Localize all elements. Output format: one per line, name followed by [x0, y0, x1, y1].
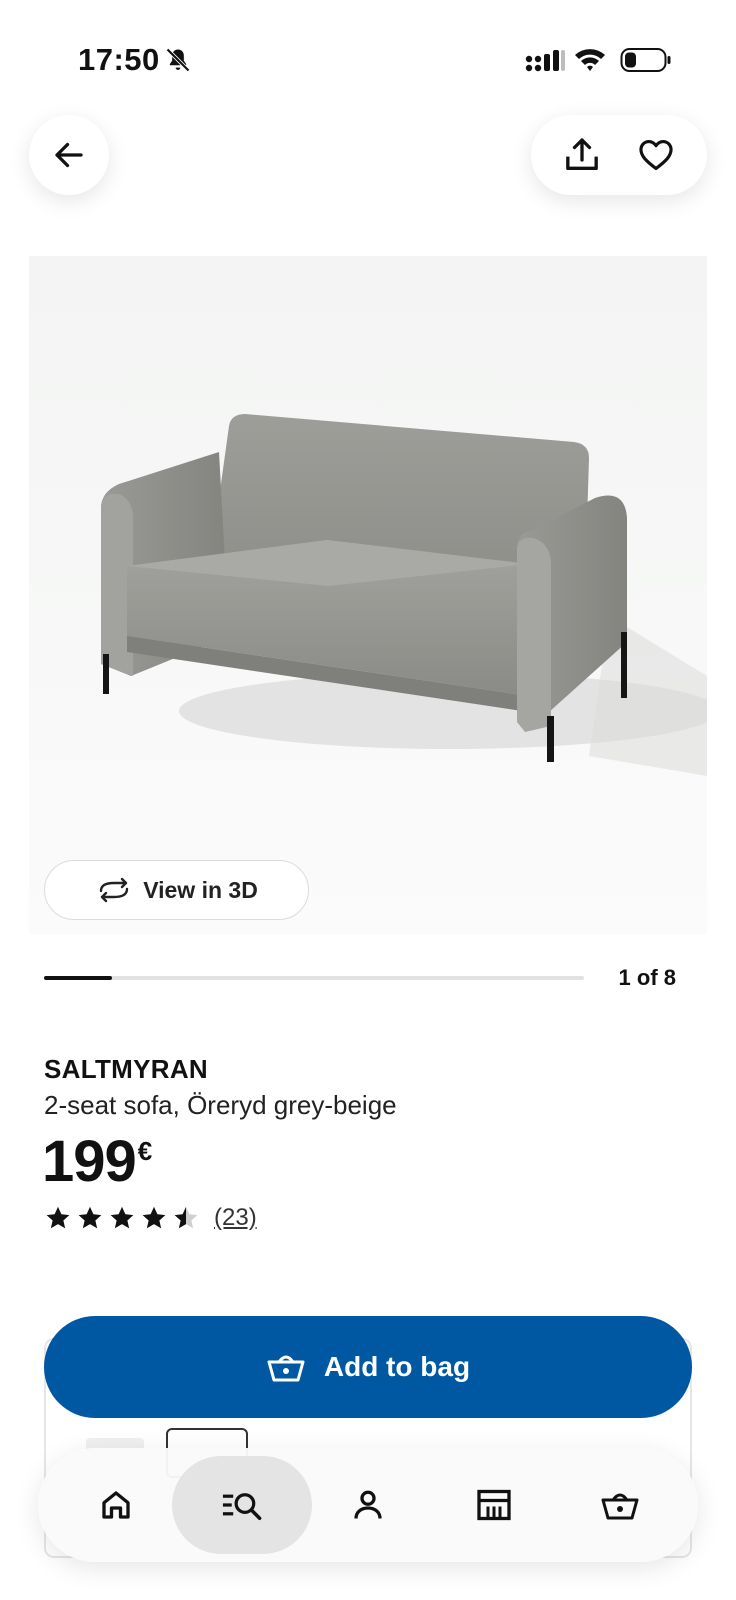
- status-time: 17:50: [78, 42, 160, 77]
- nav-bag[interactable]: [550, 1456, 690, 1554]
- view-in-3d-button[interactable]: View in 3D: [44, 860, 309, 920]
- bell-muted-icon: [166, 48, 190, 72]
- price-amount: 199: [42, 1129, 137, 1194]
- product-actions: [531, 115, 707, 195]
- gallery-progress-fill: [44, 976, 112, 980]
- price-currency: €: [137, 1136, 153, 1166]
- rating-star: [46, 1206, 70, 1229]
- arrow-left-icon: [55, 142, 83, 168]
- review-count-link[interactable]: (23): [214, 1204, 257, 1232]
- store-icon: [477, 1489, 511, 1521]
- battery-icon: [620, 48, 671, 72]
- view-in-3d-label: View in 3D: [143, 876, 258, 903]
- product-description: 2-seat sofa, Öreryd grey-beige: [44, 1090, 397, 1120]
- nav-home[interactable]: [46, 1456, 186, 1554]
- back-button[interactable]: [29, 115, 109, 195]
- wifi-icon: [575, 49, 605, 71]
- bottom-navigation: [38, 1448, 698, 1562]
- gallery-progress: [44, 976, 584, 980]
- share-icon: [566, 138, 598, 170]
- nav-stores[interactable]: [424, 1456, 564, 1554]
- home-icon: [102, 1491, 130, 1519]
- signal-icon: [525, 50, 565, 72]
- add-to-bag-label: Add to bag: [323, 1351, 471, 1382]
- heart-icon: [639, 139, 673, 171]
- add-to-bag-button[interactable]: Add to bag: [44, 1316, 692, 1418]
- favorite-button[interactable]: [628, 127, 684, 183]
- status-bar: 17:50: [0, 0, 736, 110]
- rating-star: [142, 1206, 166, 1229]
- share-button[interactable]: [554, 127, 610, 183]
- rating-star: [78, 1206, 102, 1229]
- sofa-illustration: [101, 414, 707, 776]
- gallery-counter: 1 of 8: [618, 965, 676, 990]
- product-price: 199€: [42, 1128, 153, 1195]
- nav-profile[interactable]: [298, 1456, 438, 1554]
- rating-star: [110, 1206, 134, 1229]
- rotate-3d-icon: [99, 877, 129, 903]
- product-image[interactable]: View in 3D: [29, 256, 707, 934]
- search-list-icon: [222, 1493, 262, 1520]
- product-name: SALTMYRAN: [44, 1054, 208, 1084]
- person-icon: [354, 1490, 382, 1519]
- rating-star: [174, 1206, 198, 1229]
- basket-icon: [267, 1355, 305, 1382]
- nav-search[interactable]: [172, 1456, 312, 1554]
- basket-icon: [601, 1493, 639, 1520]
- rating-stars: [44, 1204, 200, 1232]
- product-rating[interactable]: (23): [44, 1204, 257, 1232]
